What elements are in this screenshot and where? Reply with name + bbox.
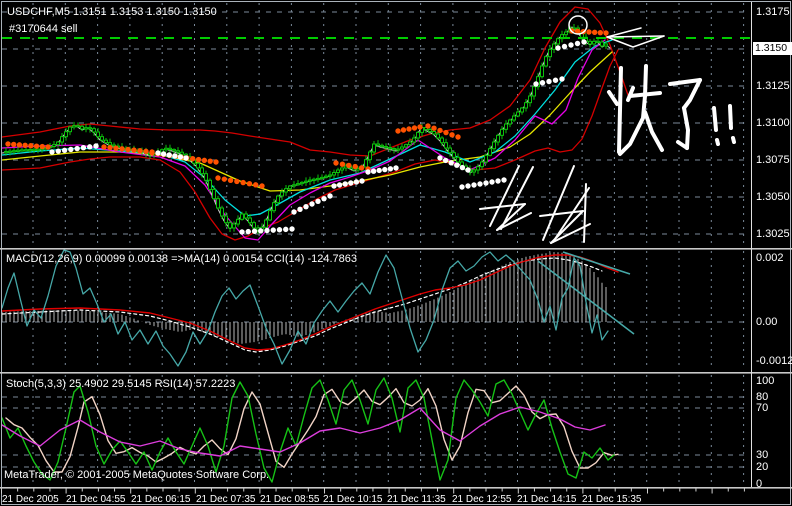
hand-text-annotation: [617, 66, 623, 154]
ma-magenta: [1, 39, 606, 241]
time-axis-ticks: [1, 488, 745, 494]
pane-separator: [0, 487, 792, 489]
macd-axis-label: 0.002: [756, 252, 784, 264]
macd-indicator-header: MACD(12,26,9) 0.00099 0.00138 =>MA(14) 0…: [6, 253, 357, 265]
hand-zigzag-arrow-annotation: [479, 203, 526, 210]
time-axis-label: 21 Dec 07:35: [196, 494, 256, 505]
time-axis-label: 21 Dec 06:15: [131, 494, 191, 505]
time-axis-label: 21 Dec 04:55: [66, 494, 126, 505]
stoch-axis-label: 70: [756, 402, 769, 414]
macd-pane-layer: [1, 249, 635, 367]
bollinger-upper-band: [1, 6, 629, 157]
order-label: #3170644 sell: [9, 23, 78, 35]
copyright-label: MetaTrader, © 2001-2005 MetaQuotes Softw…: [4, 469, 270, 481]
hand-zigzag-arrow-annotation: [583, 183, 587, 243]
hand-text-annotation: [682, 106, 690, 150]
hand-text-annotation: [712, 106, 718, 132]
time-axis-label: 21 Dec 2005: [2, 494, 59, 505]
hand-zigzag-arrow-annotation: [489, 165, 520, 227]
price-axis-label: 1.3025: [756, 228, 790, 240]
hand-text-annotation: [607, 90, 619, 106]
hand-text-annotation: [728, 104, 733, 130]
stoch-indicator-header: Stoch(5,3,3) 25.4902 29.5145 RSI(14) 57.…: [6, 378, 236, 390]
stoch-pane-layer: [1, 377, 619, 483]
hand-zigzag-arrow-annotation: [539, 210, 584, 217]
time-axis-label: 21 Dec 15:35: [582, 494, 642, 505]
hand-arrow-left-annotation: [606, 27, 665, 38]
pane-separator: [0, 248, 792, 250]
hand-text-annotation: [682, 78, 702, 110]
hand-zigzag-arrow-annotation: [542, 165, 575, 241]
grid-layer: [2, 3, 750, 485]
time-axis-label: 21 Dec 14:15: [517, 494, 577, 505]
time-axis-label: 21 Dec 12:55: [452, 494, 512, 505]
hand-text-annotation: [643, 64, 648, 98]
price-axis-label: 1.3075: [756, 154, 790, 166]
stoch-axis-label: 0: [756, 478, 763, 490]
candles-layer: [4, 24, 608, 234]
price-axis-label: 1.3125: [756, 80, 790, 92]
current-price-tag: 1.3150: [753, 42, 792, 55]
hand-text-annotation: [668, 78, 702, 86]
price-axis-label: 1.3100: [756, 117, 790, 129]
price-axis-label: 1.3050: [756, 191, 790, 203]
pane-separator: [0, 372, 792, 374]
hand-zigzag-arrow-annotation: [550, 210, 584, 244]
hand-text-annotation: [715, 138, 720, 146]
stoch-axis-label: 20: [756, 461, 769, 473]
ma-yellow: [1, 51, 613, 192]
time-axis-label: 21 Dec 11:35: [387, 494, 446, 505]
hand-text-annotation: [618, 94, 647, 156]
stoch-axis-label: 100: [756, 375, 775, 387]
hand-text-annotation: [731, 136, 736, 144]
symbol-header: USDCHF,M5 1.3151 1.3153 1.3150 1.3150: [7, 6, 217, 18]
macd-axis-label: -0.00125: [756, 355, 792, 367]
hand-drawn-annotations: [479, 15, 736, 244]
price-axis-label: 1.3175: [756, 6, 790, 18]
stoch-axis-label: 30: [756, 449, 769, 461]
macd-axis-label: 0.00: [756, 316, 778, 328]
mt4-chart-window: USDCHF,M5 1.3151 1.3153 1.3150 1.3150 #3…: [0, 0, 792, 506]
time-axis-label: 21 Dec 08:55: [260, 494, 320, 505]
time-axis-label: 21 Dec 10:15: [323, 494, 383, 505]
hand-text-annotation: [643, 110, 664, 152]
